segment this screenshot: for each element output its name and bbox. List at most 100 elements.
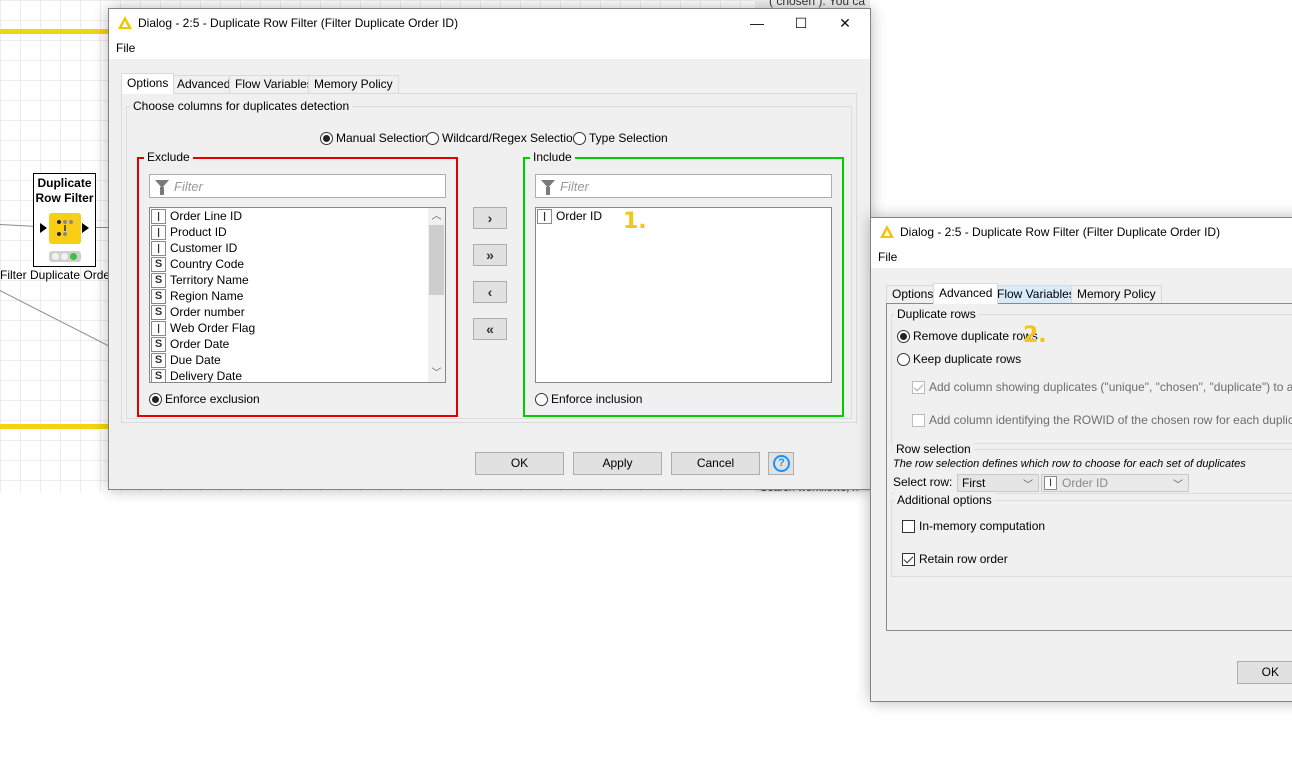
tab-flow-variables[interactable]: Flow Variables xyxy=(229,75,319,94)
scroll-down-icon[interactable]: ﹀ xyxy=(428,365,445,382)
chevron-down-icon: ﹀ xyxy=(1023,480,1033,491)
exclude-scrollbar[interactable]: ︿ ﹀ xyxy=(428,208,445,382)
filter-icon xyxy=(155,180,169,195)
ok-button[interactable]: OK xyxy=(1237,661,1292,684)
column-dropdown[interactable]: I Order ID ﹀ xyxy=(1041,474,1189,492)
radio-indicator xyxy=(149,392,162,406)
tab-advanced[interactable]: Advanced xyxy=(171,75,237,94)
dialog-title: Dialog - 2:5 - Duplicate Row Filter (Fil… xyxy=(900,225,1221,239)
scroll-up-icon[interactable]: ︿ xyxy=(428,208,445,225)
node-output-port-icon[interactable] xyxy=(82,223,89,233)
duplicates-detection-group: Choose columns for duplicates detection … xyxy=(126,99,852,419)
remove-button[interactable]: ‹ xyxy=(473,281,507,303)
add-rowid-column-checkbox[interactable]: Add column identifying the ROWID of the … xyxy=(912,413,1292,427)
column-list-item[interactable]: I Web Order Flag xyxy=(151,320,255,336)
tab-options[interactable]: Options xyxy=(121,73,175,94)
node-input-port-icon[interactable] xyxy=(40,223,47,233)
column-list-item[interactable]: I Product ID xyxy=(151,224,227,240)
menubar: File xyxy=(109,37,870,59)
apply-button[interactable]: Apply xyxy=(573,452,662,475)
menu-file[interactable]: File xyxy=(878,250,897,264)
column-name: Order ID xyxy=(556,209,603,223)
wildcard-selection-radio[interactable]: Wildcard/Regex Selection xyxy=(426,131,579,145)
include-list[interactable]: I Order ID xyxy=(535,207,832,383)
tab-bar: Options Advanced Flow Variables Memory P… xyxy=(886,283,1186,304)
exclude-filter-input[interactable]: Filter xyxy=(149,174,446,198)
include-panel: Include Filter I Order ID 1. Enforce incl… xyxy=(523,150,844,417)
column-name: Territory Name xyxy=(170,273,249,287)
column-name: Customer ID xyxy=(170,241,238,255)
remove-duplicate-rows-radio[interactable]: Remove duplicate rows xyxy=(897,329,1038,343)
select-row-dropdown[interactable]: First ﹀ xyxy=(957,474,1039,492)
radio-indicator xyxy=(535,392,548,406)
include-filter-input[interactable]: Filter xyxy=(535,174,832,198)
column-list-item[interactable]: S Due Date xyxy=(151,352,221,368)
options-panel: Choose columns for duplicates detection … xyxy=(121,93,857,423)
column-list-item[interactable]: S Delivery Date xyxy=(151,368,242,382)
step-2-label: 2. xyxy=(1023,323,1047,348)
tab-flow-variables[interactable]: Flow Variables xyxy=(991,285,1081,304)
add-button[interactable]: › xyxy=(473,207,507,229)
column-list-item[interactable]: S Territory Name xyxy=(151,272,249,288)
column-list-item[interactable]: I Order ID xyxy=(537,208,602,224)
column-name: Product ID xyxy=(170,225,227,239)
help-button[interactable]: ? xyxy=(768,452,794,475)
menu-file[interactable]: File xyxy=(116,41,135,55)
node-status-traffic-light xyxy=(49,251,81,262)
string-type-icon: S xyxy=(151,304,166,320)
tab-memory-policy[interactable]: Memory Policy xyxy=(1071,285,1162,304)
column-list-item[interactable]: S Region Name xyxy=(151,288,243,304)
exclude-panel: Exclude Filter I Order Line ID I Product ID… xyxy=(137,150,458,417)
help-icon: ? xyxy=(773,455,790,472)
add-all-button[interactable]: » xyxy=(473,244,507,266)
add-duplicate-status-column-checkbox[interactable]: Add column showing duplicates ("unique",… xyxy=(912,380,1292,394)
dialog-options: Dialog - 2:5 - Duplicate Row Filter (Fil… xyxy=(108,8,871,490)
retain-row-order-checkbox[interactable]: Retain row order xyxy=(902,552,1008,566)
column-name: Web Order Flag xyxy=(170,321,256,335)
annotation-border-top xyxy=(0,29,112,34)
type-selection-radio[interactable]: Type Selection xyxy=(573,131,668,145)
tab-advanced[interactable]: Advanced xyxy=(933,283,999,304)
tab-memory-policy[interactable]: Memory Policy xyxy=(308,75,399,94)
close-button[interactable]: ✕ xyxy=(822,9,868,37)
column-list-item[interactable]: I Customer ID xyxy=(151,240,237,256)
tab-options[interactable]: Options xyxy=(886,285,940,304)
column-list-item[interactable]: S Country Code xyxy=(151,256,244,272)
minimize-button[interactable]: — xyxy=(734,9,780,37)
remove-all-button[interactable]: « xyxy=(473,318,507,340)
duplicate-row-filter-node[interactable]: Duplicate Row Filter xyxy=(33,173,96,267)
row-selection-group: Row selection The row selection defines … xyxy=(891,442,1292,494)
menubar: File xyxy=(871,246,1292,268)
node-title: Duplicate Row Filter xyxy=(35,176,94,205)
chevron-down-icon: ﹀ xyxy=(1173,480,1183,491)
step-1-label: 1. xyxy=(623,209,647,234)
select-row-label: Select row: xyxy=(893,475,953,489)
scroll-thumb[interactable] xyxy=(429,225,444,295)
enforce-exclusion-radio[interactable]: Enforce exclusion xyxy=(149,392,260,406)
manual-selection-radio[interactable]: Manual Selection xyxy=(320,131,428,145)
keep-duplicate-rows-radio[interactable]: Keep duplicate rows xyxy=(897,352,1021,366)
connection-line-lower xyxy=(0,290,112,348)
exclude-list[interactable]: I Order Line ID I Product ID I Customer ID S Co… xyxy=(149,207,446,383)
column-name: Due Date xyxy=(170,353,221,367)
background-description-text: ( chosen ). You ca xyxy=(769,0,866,8)
ok-button[interactable]: OK xyxy=(475,452,564,475)
radio-indicator xyxy=(897,329,910,343)
duplicate-rows-group: Duplicate rows Remove duplicate rows 2. … xyxy=(891,307,1292,444)
in-memory-computation-checkbox[interactable]: In-memory computation xyxy=(902,519,1045,533)
enforce-inclusion-radio[interactable]: Enforce inclusion xyxy=(535,392,642,406)
column-list-item[interactable]: S Order number xyxy=(151,304,245,320)
string-type-icon: S xyxy=(151,352,166,368)
dialog-titlebar[interactable]: Dialog - 2:5 - Duplicate Row Filter (Fil… xyxy=(109,9,870,37)
cancel-button[interactable]: Cancel xyxy=(671,452,760,475)
dialog-titlebar[interactable]: Dialog - 2:5 - Duplicate Row Filter (Fil… xyxy=(871,218,1292,246)
additional-options-group: Additional options In-memory computation… xyxy=(891,493,1292,577)
row-selection-description: The row selection defines which row to c… xyxy=(893,458,1246,470)
column-list-item[interactable]: S Order Date xyxy=(151,336,229,352)
checkbox-indicator xyxy=(912,380,925,394)
radio-indicator xyxy=(573,131,586,145)
integer-type-icon: I xyxy=(1044,476,1057,490)
column-list-item[interactable]: I Order Line ID xyxy=(151,208,242,224)
column-name: Region Name xyxy=(170,289,244,303)
maximize-button[interactable]: ☐ xyxy=(778,9,824,37)
